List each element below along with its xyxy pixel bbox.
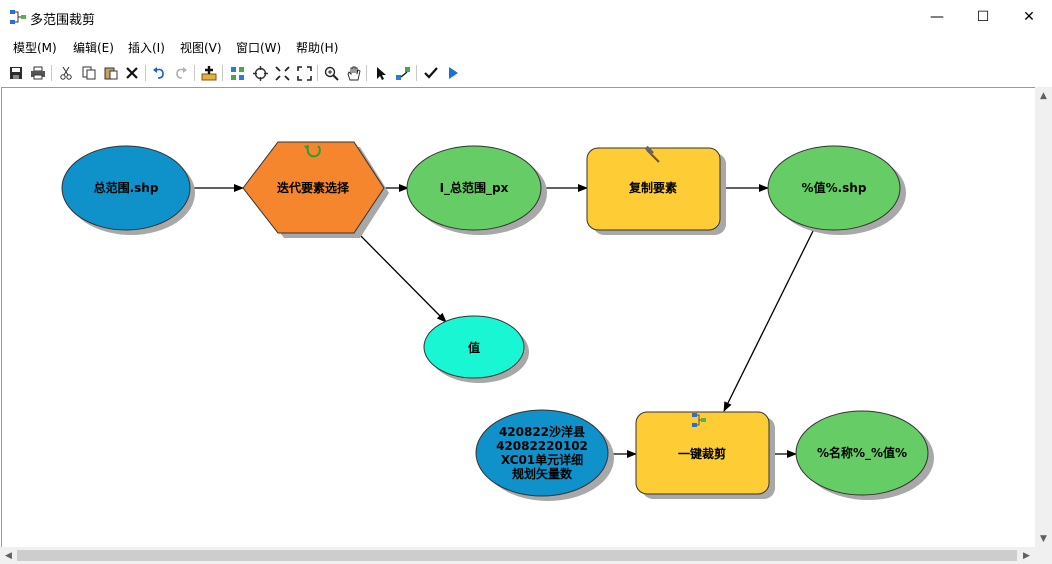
node-copy-output-label: %值%.shp — [802, 180, 867, 195]
select-icon — [377, 66, 386, 80]
validate-button[interactable] — [421, 63, 441, 83]
toolbar-separator — [51, 65, 52, 81]
zoom-in-icon — [324, 66, 339, 81]
node-input-shp-label: 总范围.shp — [94, 180, 159, 195]
toolbar-separator — [317, 65, 318, 81]
maximize-button[interactable]: ☐ — [960, 0, 1006, 34]
close-button[interactable]: ✕ — [1006, 0, 1052, 34]
copy-button[interactable] — [79, 63, 99, 83]
node-clip-input-line-1: 420822沙洋县 — [499, 424, 585, 439]
node-iterator-label: 迭代要素选择 — [277, 180, 350, 195]
delete-icon — [126, 67, 138, 79]
paste-button[interactable] — [101, 63, 121, 83]
connector-shp-to-clip — [723, 228, 815, 412]
validate-icon — [424, 67, 438, 79]
node-copy-tool-label: 复制要素 — [628, 180, 677, 195]
model-diagram: 总范围.shp 迭代要素选择 I_总范围_px 值 复制要素 %值%.shp 4… — [61, 141, 934, 501]
connect-button[interactable] — [393, 63, 413, 83]
node-clip-tool-label: 一键裁剪 — [678, 446, 726, 461]
menu-edit[interactable]: 编辑(E) — [73, 39, 114, 56]
close-icon: ✕ — [1023, 9, 1035, 25]
vertical-scrollbar[interactable]: ▲ ▼ — [1035, 87, 1052, 547]
paste-icon — [104, 67, 118, 80]
delete-button[interactable] — [122, 63, 142, 83]
maximize-icon: ☐ — [976, 9, 990, 25]
zoom-out-fixed-icon — [296, 65, 312, 81]
node-value-label: 值 — [468, 340, 480, 355]
undo-button[interactable] — [149, 63, 169, 83]
redo-button[interactable] — [171, 63, 191, 83]
toolbar-separator — [366, 65, 367, 81]
add-data-button[interactable] — [199, 63, 219, 83]
run-button[interactable] — [443, 63, 463, 83]
menu-insert[interactable]: 插入(I) — [128, 39, 165, 56]
title-bar: 多范围裁剪 — ☐ ✕ — [0, 0, 1052, 34]
undo-icon — [153, 67, 164, 79]
window-title: 多范围裁剪 — [30, 13, 96, 28]
scrollbar-corner — [1035, 547, 1052, 564]
pan-icon — [347, 66, 361, 80]
copy-icon — [82, 66, 96, 80]
save-icon — [10, 67, 22, 79]
node-clip-output-label: %名称%_%值% — [817, 445, 907, 461]
node-copy-output[interactable]: %值%.shp — [767, 145, 906, 235]
connect-icon — [396, 66, 410, 80]
print-button[interactable] — [28, 63, 48, 83]
pan-button[interactable] — [343, 63, 363, 83]
auto-layout-button[interactable] — [227, 63, 247, 83]
zoom-out-fixed-button[interactable] — [294, 63, 314, 83]
scroll-left-icon[interactable]: ◀ — [0, 547, 17, 564]
scroll-up-icon[interactable]: ▲ — [1035, 87, 1052, 104]
cut-button[interactable] — [56, 63, 76, 83]
zoom-in-button[interactable] — [321, 63, 341, 83]
scroll-down-icon[interactable]: ▼ — [1035, 530, 1052, 547]
select-button[interactable] — [371, 63, 391, 83]
connector-iterator-to-value — [351, 226, 447, 323]
horizontal-scrollbar[interactable]: ◀ ▶ — [0, 547, 1035, 564]
node-clip-tool[interactable]: 一键裁剪 — [635, 411, 775, 499]
node-clip-input-line-2: 42082220102 — [496, 439, 588, 453]
menu-window[interactable]: 窗口(W) — [236, 39, 281, 56]
node-clip-input-line-4: 规划矢量数 — [512, 466, 573, 481]
node-iter-output[interactable]: I_总范围_px — [406, 145, 547, 235]
node-copy-tool[interactable]: 复制要素 — [586, 145, 726, 235]
node-clip-output[interactable]: %名称%_%值% — [795, 410, 934, 500]
horizontal-scroll-thumb[interactable] — [17, 550, 1017, 561]
add-data-icon — [201, 66, 217, 81]
cut-icon — [60, 66, 72, 80]
node-iterator[interactable]: 迭代要素选择 — [242, 141, 389, 238]
modelbuilder-icon — [10, 10, 26, 24]
full-extent-button[interactable] — [250, 63, 270, 83]
model-canvas[interactable]: 总范围.shp 迭代要素选择 I_总范围_px 值 复制要素 %值%.shp 4… — [1, 87, 1035, 548]
node-value[interactable]: 值 — [423, 315, 529, 383]
print-icon — [31, 66, 45, 80]
node-clip-input[interactable]: 420822沙洋县 42082220102 XC01单元详细 规划矢量数 — [475, 409, 614, 501]
toolbar — [0, 60, 1052, 86]
node-input-shp[interactable]: 总范围.shp — [61, 145, 195, 235]
minimize-icon: — — [930, 9, 944, 25]
minimize-button[interactable]: — — [914, 0, 960, 34]
zoom-in-fixed-icon — [274, 65, 290, 81]
scroll-right-icon[interactable]: ▶ — [1018, 547, 1035, 564]
auto-layout-icon — [230, 66, 244, 80]
menu-view[interactable]: 视图(V) — [180, 39, 222, 56]
toolbar-separator — [145, 65, 146, 81]
toolbar-separator — [194, 65, 195, 81]
menu-bar: 模型(M) 编辑(E) 插入(I) 视图(V) 窗口(W) 帮助(H) — [0, 36, 1052, 58]
toolbar-separator — [416, 65, 417, 81]
menu-model[interactable]: 模型(M) — [13, 39, 57, 56]
node-clip-input-line-3: XC01单元详细 — [501, 452, 583, 467]
node-iter-output-label: I_总范围_px — [440, 180, 509, 196]
toolbar-separator — [222, 65, 223, 81]
menu-help[interactable]: 帮助(H) — [296, 39, 338, 56]
run-icon — [449, 67, 458, 79]
full-extent-icon — [252, 65, 268, 81]
zoom-in-fixed-button[interactable] — [272, 63, 292, 83]
redo-icon — [176, 67, 187, 79]
save-button[interactable] — [6, 63, 26, 83]
